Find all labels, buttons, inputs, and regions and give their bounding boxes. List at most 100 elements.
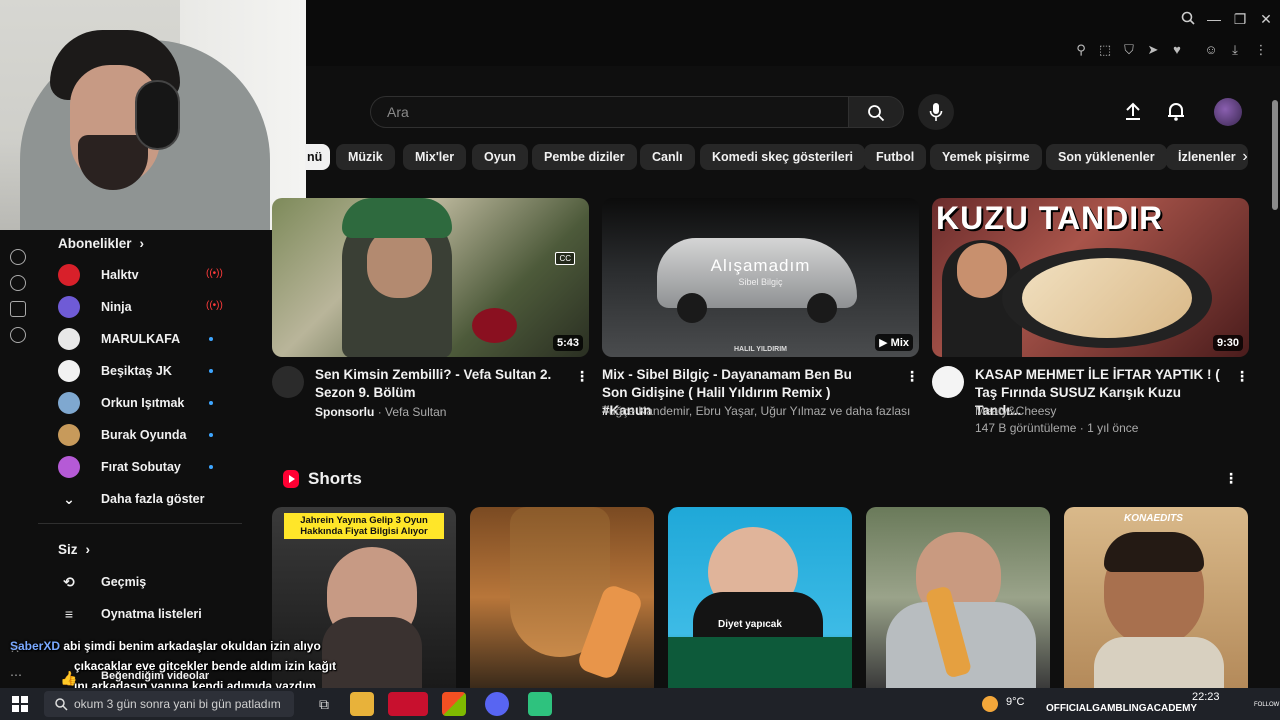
filter-chip[interactable]: Müzik — [336, 144, 395, 170]
notifications-bell-icon[interactable] — [1165, 100, 1191, 126]
sidebar-subscription-item[interactable]: Fırat Sobutay — [58, 454, 228, 482]
overlay-credit: HALIL YILDIRIM — [733, 346, 788, 353]
live-indicator-icon: ((•)) — [206, 268, 223, 279]
download-icon[interactable]: ⤓ — [1227, 42, 1243, 58]
video-thumbnail[interactable]: Alışamadım Sibel Bilgiç HALIL YILDIRIM ▶… — [602, 198, 919, 357]
upload-icon[interactable] — [1122, 100, 1148, 126]
screenshot-icon[interactable]: ⬚ — [1097, 42, 1113, 58]
channel-name[interactable]: Vefa Sultan — [385, 405, 446, 419]
chevron-down-icon: ⌄ — [63, 491, 75, 507]
subscription-name: Fırat Sobutay — [101, 460, 181, 474]
pin-icon[interactable]: ⚲ — [1073, 42, 1089, 58]
filter-chip[interactable]: Yemek pişirme — [930, 144, 1042, 170]
video-menu-icon[interactable]: ⋮ — [905, 368, 919, 384]
filter-chip[interactable]: Pembe diziler — [532, 144, 637, 170]
streaming-app-icon[interactable] — [528, 692, 552, 716]
file-explorer-icon[interactable] — [350, 692, 374, 716]
live-indicator-icon: ((•)) — [206, 300, 223, 311]
short-caption: Diyet yapıcak — [718, 619, 782, 630]
filter-chip[interactable]: Komedi skeç gösterileri — [700, 144, 866, 170]
puzzle-icon[interactable] — [10, 301, 26, 317]
short-card[interactable]: KONAEDITS — [1064, 507, 1248, 688]
account-avatar[interactable] — [1214, 98, 1242, 126]
sidebar-item-playlists[interactable]: ≡ Oynatma listeleri — [58, 603, 238, 627]
overlay-title: KUZU TANDIR — [936, 200, 1164, 236]
stream-chat-overlay: SaberXD abi şimdi benim arkadaşlar okuld… — [0, 636, 360, 696]
channel-avatar[interactable] — [272, 366, 304, 398]
subscriptions-heading[interactable]: Abonelikler › — [58, 236, 144, 251]
search-icon — [868, 105, 885, 122]
voice-search-button[interactable] — [918, 94, 954, 130]
play-circle-icon[interactable] — [10, 249, 26, 265]
windows-start-icon[interactable] — [12, 696, 28, 712]
channel-name[interactable]: Tuğçe Kandemir, Ebru Yaşar, Uğur Yılmaz … — [602, 404, 910, 418]
sidebar-subscription-item[interactable]: Ninja ((•)) — [58, 294, 228, 322]
restore-icon[interactable]: ❐ — [1231, 10, 1249, 28]
short-card[interactable] — [866, 507, 1050, 688]
webcam-overlay — [0, 0, 306, 230]
chevron-right-icon[interactable]: › — [1234, 144, 1256, 170]
video-thumbnail[interactable]: KUZU TANDIR 9:30 — [932, 198, 1249, 357]
video-menu-icon[interactable]: ⋮ — [1235, 368, 1249, 384]
channel-avatar[interactable] — [932, 366, 964, 398]
shield-icon[interactable]: ⛉ — [1121, 42, 1137, 58]
video-stats: 147 B görüntüleme · 1 yıl önce — [975, 421, 1139, 435]
sidebar-subscription-item[interactable]: Orkun Işıtmak — [58, 390, 228, 418]
search-input[interactable] — [387, 104, 827, 120]
minimize-icon[interactable]: — — [1205, 10, 1223, 28]
chevron-right-icon: › — [139, 236, 145, 251]
clock-icon[interactable] — [10, 275, 26, 291]
channel-avatar — [58, 264, 80, 286]
sidebar-subscription-item[interactable]: Halktv ((•)) — [58, 262, 228, 290]
weather-temperature[interactable]: 9°C — [1006, 696, 1024, 708]
subscription-name: Beşiktaş JK — [101, 364, 172, 378]
subscription-name: Orkun Işıtmak — [101, 396, 185, 410]
media-app-icon[interactable] — [388, 692, 428, 716]
video-title[interactable]: Sen Kimsin Zembilli? - Vefa Sultan 2. Se… — [315, 366, 565, 402]
search-bar[interactable] — [370, 96, 848, 128]
show-more-button[interactable]: ⌄ Daha fazla göster — [58, 488, 238, 512]
gear-icon[interactable] — [10, 327, 26, 343]
you-heading[interactable]: Siz › — [58, 542, 90, 557]
scrollbar-thumb[interactable] — [1272, 100, 1278, 210]
brand-overlay-text: OFFICIALGAMBLINGACADEMY — [1046, 703, 1198, 714]
subscription-name: Burak Oyunda — [101, 428, 187, 442]
heart-icon[interactable]: ♥ — [1169, 42, 1185, 58]
filter-chip[interactable]: Son yüklenenler — [1046, 144, 1167, 170]
discord-icon[interactable] — [485, 692, 509, 716]
subscription-name: Ninja — [101, 300, 132, 314]
search-button[interactable] — [848, 96, 904, 128]
channel-name[interactable]: Meaty&Cheesy — [975, 404, 1056, 418]
play-icon: ▶ — [879, 337, 891, 349]
weather-icon[interactable] — [982, 696, 998, 712]
taskbar-search-overlay-text: okum 3 gün sonra yani bi gün patladım — [74, 697, 281, 711]
taskbar-search[interactable]: okum 3 gün sonra yani bi gün patladım — [44, 691, 294, 717]
filter-chip[interactable]: nü — [305, 144, 331, 170]
video-menu-icon[interactable]: ⋮ — [575, 368, 589, 384]
mix-badge: ▶ Mix — [875, 334, 913, 351]
filter-chip[interactable]: Mix'ler — [403, 144, 467, 170]
filter-chip[interactable]: Futbol — [864, 144, 927, 170]
sidebar-subscription-item[interactable]: Burak Oyunda — [58, 422, 228, 450]
short-card[interactable]: Diyet yapıcak — [668, 507, 852, 688]
sidebar-subscription-item[interactable]: MARULKAFA — [58, 326, 228, 354]
send-icon[interactable]: ➤ — [1145, 42, 1161, 58]
short-card[interactable] — [470, 507, 654, 688]
menu-icon[interactable]: ⋮ — [1253, 42, 1269, 58]
profile-icon[interactable]: ☺ — [1203, 42, 1219, 58]
task-view-icon[interactable]: ⧉ — [312, 692, 336, 716]
short-caption: KONAEDITS — [1124, 513, 1183, 524]
shorts-menu-icon[interactable]: ⋮ — [1224, 470, 1238, 486]
shorts-logo-icon — [283, 470, 299, 488]
short-caption: Jahrein Yayına Gelip 3 Oyun Hakkında Fiy… — [284, 513, 444, 539]
filter-chip[interactable]: Oyun — [472, 144, 528, 170]
video-thumbnail[interactable]: CC 5:43 — [272, 198, 589, 357]
sidebar-item-history[interactable]: ⟲ Geçmiş — [58, 571, 238, 595]
filter-chip[interactable]: Canlı — [640, 144, 695, 170]
clock-time[interactable]: 22:23 — [1192, 691, 1220, 703]
sidebar-subscription-item[interactable]: Beşiktaş JK — [58, 358, 228, 386]
search-icon[interactable] — [1179, 10, 1197, 28]
browser-title-bar — [306, 0, 1280, 36]
microsoft-store-icon[interactable] — [442, 692, 466, 716]
close-icon[interactable]: ✕ — [1257, 10, 1275, 28]
